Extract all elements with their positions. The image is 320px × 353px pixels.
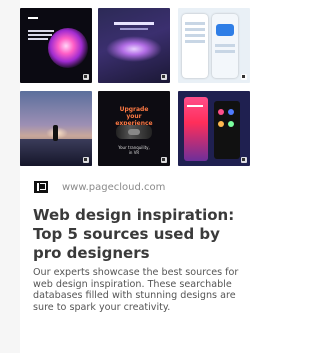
source-row[interactable]: www.pagecloud.com [34, 181, 165, 193]
phone-screen [212, 14, 238, 78]
thumbnail-1[interactable] [20, 8, 92, 83]
standing-figure [53, 125, 58, 141]
image-source-icon [161, 157, 167, 163]
thumbnail-5[interactable]: Upgrade your experience Your tranquility… [98, 91, 170, 166]
phone-screen [214, 101, 240, 159]
result-description: Our experts showcase the best sources fo… [33, 267, 239, 313]
ground-plane [20, 139, 92, 166]
heading-placeholder [114, 22, 154, 25]
image-source-icon [83, 157, 89, 163]
caption-line [28, 38, 48, 40]
thumbnail-6[interactable] [178, 91, 250, 166]
card-left-edge [0, 0, 20, 353]
image-source-icon [83, 74, 89, 80]
pagecloud-logo-icon [34, 181, 48, 193]
thumbnail-footer: Your tranquility, in VR [118, 145, 150, 155]
phone-screen [182, 14, 208, 78]
thumbnail-3[interactable] [178, 8, 250, 83]
glowing-ring-graphic [106, 36, 162, 62]
result-title[interactable]: Web design inspiration: Top 5 sources us… [33, 206, 248, 263]
pink-glow-graphic [48, 28, 88, 68]
thumbnail-grid[interactable]: Upgrade your experience Your tranquility… [20, 8, 250, 174]
thumbnail-heading: Upgrade your experience [115, 106, 153, 127]
source-url[interactable]: www.pagecloud.com [62, 182, 165, 193]
phone-screen [184, 97, 208, 161]
image-source-icon [161, 74, 167, 80]
vr-lens [128, 129, 140, 135]
thumbnail-2[interactable] [98, 8, 170, 83]
image-source-icon [241, 157, 247, 163]
image-source-icon [241, 74, 247, 80]
site-logo-mark [28, 17, 38, 19]
caption-line [28, 34, 52, 36]
search-result-card[interactable]: Upgrade your experience Your tranquility… [0, 0, 250, 353]
caption-line [28, 30, 54, 32]
thumbnail-4[interactable] [20, 91, 92, 166]
subheading-placeholder [120, 28, 148, 30]
